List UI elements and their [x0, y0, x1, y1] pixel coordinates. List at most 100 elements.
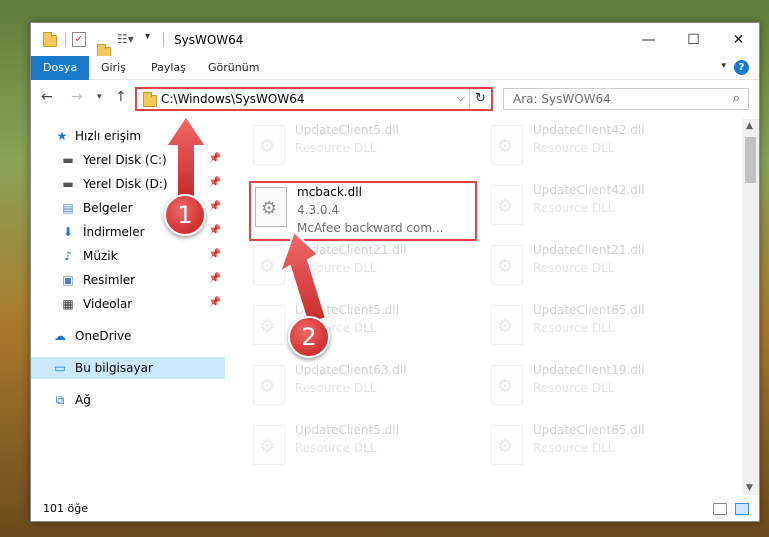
sidebar-item-label: Yerel Disk (D:) — [83, 177, 168, 191]
dll-file-icon — [491, 245, 523, 285]
dll-file-icon — [253, 305, 285, 345]
file-type: Resource DLL — [533, 201, 615, 215]
video-icon: ▦ — [62, 297, 74, 311]
sidebar-item-label: Hızlı erişim — [75, 129, 142, 143]
folder-icon — [43, 32, 57, 47]
file-tile[interactable]: UpdateClient65.dll Resource DLL — [487, 421, 715, 481]
file-tile[interactable]: UpdateClient65.dll Resource DLL — [487, 301, 715, 361]
maximize-button[interactable]: ☐ — [671, 23, 716, 56]
file-type: Resource DLL — [295, 441, 377, 455]
sidebar-item-onedrive[interactable]: ☁ OneDrive — [31, 325, 225, 347]
tab-file[interactable]: Dosya — [31, 56, 90, 80]
file-tile[interactable]: UpdateClient42.dll Resource DLL — [487, 121, 715, 181]
document-icon: ▤ — [62, 201, 74, 215]
tab-share[interactable]: Paylaş — [151, 56, 186, 80]
file-tile-selected[interactable]: mcback.dll 4.3.0.4 McAfee backward com..… — [249, 181, 477, 241]
pictures-icon: ▣ — [62, 273, 74, 287]
file-tile[interactable]: UpdateClient5.dll Resource DLL — [249, 301, 477, 361]
window-title: SysWOW64 — [174, 33, 244, 47]
sidebar-item-label: Resimler — [83, 273, 136, 287]
file-tile[interactable]: UpdateClient63.dll Resource DLL — [249, 361, 477, 421]
sidebar-item-network[interactable]: ⧉ Ağ — [31, 389, 225, 411]
file-tile[interactable]: UpdateClient5.dll Resource DLL — [249, 121, 477, 181]
close-button[interactable]: ✕ — [716, 23, 761, 56]
ribbon-tabs: Dosya Giriş Paylaş Görünüm ▾ ? — [31, 56, 759, 80]
file-type: Resource DLL — [295, 381, 377, 395]
sidebar-item-quick-access[interactable]: ★ Hızlı erişim — [31, 125, 225, 147]
tab-home[interactable]: Giriş — [101, 56, 126, 80]
drive-icon: ▬ — [62, 153, 74, 167]
file-tile[interactable]: UpdateClient42.dll Resource DLL — [487, 181, 715, 241]
callout-badge-one: 1 — [164, 194, 206, 236]
file-tile[interactable]: UpdateClient21.dll Resource DLL — [487, 241, 715, 301]
sidebar-item-pictures[interactable]: ▣ Resimler 📌 — [31, 269, 225, 291]
sidebar-item-music[interactable]: ♪ Müzik 📌 — [31, 245, 225, 267]
file-version: 4.3.0.4 — [297, 203, 339, 217]
pin-icon[interactable]: 📌 — [209, 153, 221, 164]
refresh-icon[interactable]: ↻ — [469, 89, 491, 109]
help-icon[interactable]: ? — [734, 60, 749, 75]
divider — [163, 32, 164, 47]
sidebar-item-videos[interactable]: ▦ Videolar 📌 — [31, 293, 225, 315]
chevron-down-icon[interactable]: ▾ — [721, 61, 726, 71]
file-name: mcback.dll — [297, 185, 362, 199]
minimize-button[interactable]: — — [626, 23, 671, 56]
pin-icon[interactable]: 📌 — [209, 177, 221, 188]
search-input[interactable]: Ara: SysWOW64 ⌕ — [503, 88, 749, 110]
dll-file-icon — [253, 425, 285, 465]
sidebar-item-label: İndirmeler — [83, 225, 145, 239]
computer-icon: ▭ — [54, 361, 66, 375]
properties-icon[interactable]: ✓ — [72, 32, 86, 47]
file-type: Resource DLL — [533, 381, 615, 395]
callout-badge-two: 2 — [288, 316, 330, 358]
scroll-up-icon[interactable]: ▲ — [746, 121, 753, 131]
file-name: UpdateClient65.dll — [533, 423, 645, 437]
sidebar-item-label: Belgeler — [83, 201, 133, 215]
address-path[interactable]: C:\Windows\SysWOW64 — [161, 92, 305, 106]
dll-file-icon — [253, 245, 285, 285]
dll-file-icon — [491, 305, 523, 345]
pin-icon[interactable]: 📌 — [209, 201, 221, 212]
file-tile[interactable]: UpdateClient21.dll Resource DLL — [249, 241, 477, 301]
address-bar[interactable]: C:\Windows\SysWOW64 ⌵ ↻ — [135, 87, 493, 111]
file-type: Resource DLL — [533, 321, 615, 335]
divider — [65, 32, 66, 47]
search-icon[interactable]: ⌕ — [733, 91, 740, 106]
scroll-down-icon[interactable]: ▼ — [746, 483, 753, 493]
pin-icon[interactable]: 📌 — [209, 297, 221, 308]
status-bar: 101 öğe — [31, 497, 759, 521]
file-type: Resource DLL — [533, 141, 615, 155]
explorer-window: ✓ ☷▾ ▾ SysWOW64 — ☐ ✕ Dosya Giriş Paylaş… — [30, 22, 760, 522]
details-view-icon[interactable] — [713, 503, 727, 515]
sidebar-item-local-disk-d[interactable]: ▬ Yerel Disk (D:) 📌 — [31, 173, 225, 195]
pin-icon[interactable]: 📌 — [209, 249, 221, 260]
dll-file-icon — [255, 187, 287, 227]
sidebar-item-label: Bu bilgisayar — [75, 361, 153, 375]
chevron-down-icon[interactable]: ⌵ — [457, 91, 465, 105]
file-description: McAfee backward com... — [297, 221, 444, 235]
file-name: UpdateClient5.dll — [295, 423, 399, 437]
forward-arrow-icon[interactable]: → — [71, 89, 83, 105]
pin-icon[interactable]: 📌 — [209, 225, 221, 236]
tab-view[interactable]: Görünüm — [208, 56, 259, 80]
item-count: 101 öğe — [43, 502, 88, 515]
view-options-icon[interactable]: ☷▾ — [117, 32, 134, 48]
pin-icon[interactable]: 📌 — [209, 273, 221, 284]
file-tile[interactable]: UpdateClient5.dll Resource DLL — [249, 421, 477, 481]
sidebar-item-this-pc[interactable]: ▭ Bu bilgisayar — [31, 357, 225, 379]
scroll-thumb[interactable] — [745, 137, 756, 183]
sidebar-item-label: OneDrive — [75, 329, 132, 343]
file-type: Resource DLL — [533, 441, 615, 455]
address-row: ← → ▾ ↑ C:\Windows\SysWOW64 ⌵ ↻ Ara: Sys… — [31, 81, 759, 115]
sidebar-item-label: Ağ — [75, 393, 91, 407]
up-arrow-icon[interactable]: ↑ — [115, 89, 127, 105]
file-tile[interactable]: UpdateClient19.dll Resource DLL — [487, 361, 715, 421]
customize-toolbar-icon[interactable]: ▾ — [145, 31, 150, 47]
sidebar-item-local-disk-c[interactable]: ▬ Yerel Disk (C:) 📌 — [31, 149, 225, 171]
recent-locations-icon[interactable]: ▾ — [97, 92, 102, 102]
tiles-view-icon[interactable] — [735, 503, 749, 515]
back-arrow-icon[interactable]: ← — [41, 89, 53, 105]
vertical-scrollbar[interactable]: ▲ ▼ — [742, 119, 759, 495]
sidebar-item-label: Yerel Disk (C:) — [83, 153, 167, 167]
file-name: UpdateClient63.dll — [295, 363, 407, 377]
